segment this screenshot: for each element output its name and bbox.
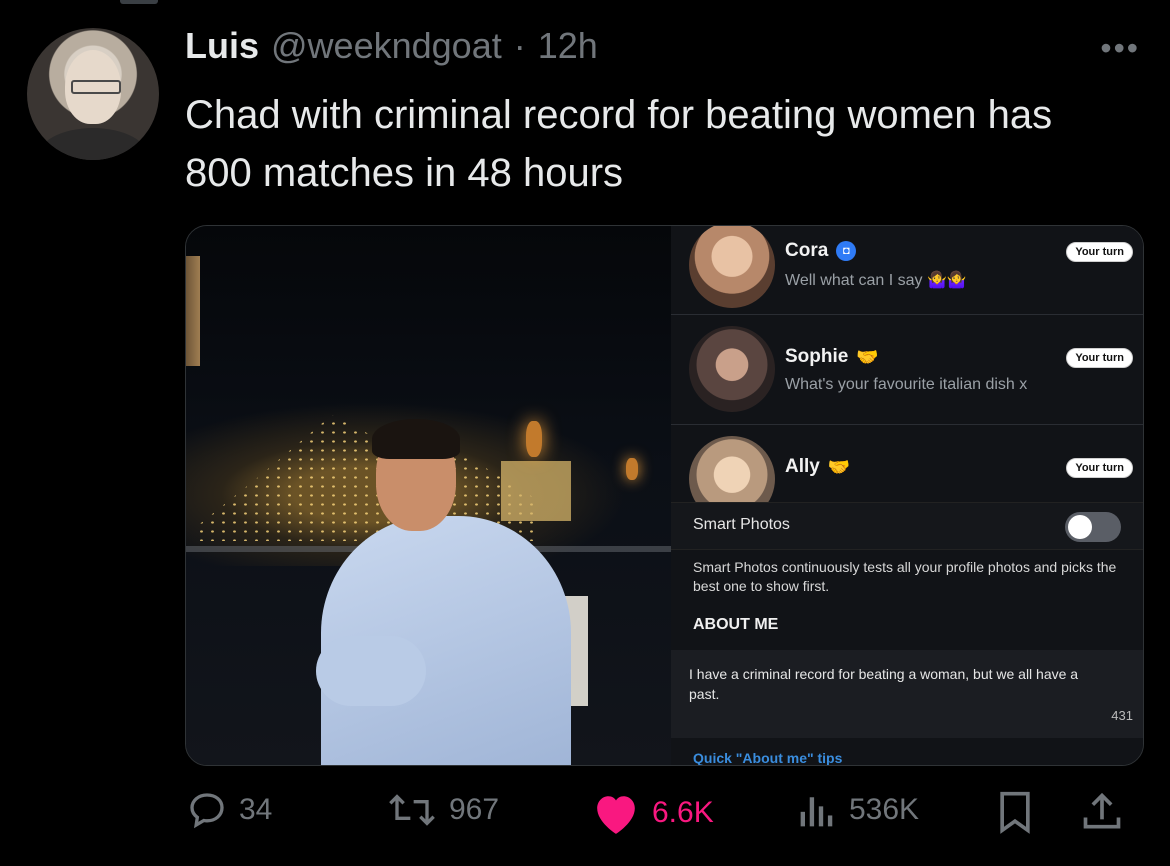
man-arm [316,636,426,706]
author-name[interactable]: Luis [185,25,259,67]
about-me-box: I have a criminal record for beating a w… [671,650,1143,738]
about-me-heading: ABOUT ME [693,616,779,633]
share-icon [1083,792,1121,829]
avatar-shirt [37,128,149,160]
pillar [186,256,200,366]
smart-photos-toggle [1065,512,1121,542]
tweet-text: Chad with criminal record for beating wo… [185,93,1053,195]
camera-verified-icon: ◘ [836,241,857,261]
match-name: Ally [785,456,820,477]
tweet-actions: 34 967 6.6K 536K [185,790,1145,840]
match-name: Sophie [785,346,849,367]
match-avatar [689,226,775,308]
media-attachment[interactable]: Cora ◘ Well what can I say 🤷‍♀️🤷‍♀️ Your… [185,225,1144,766]
your-turn-badge: Your turn [1066,242,1133,262]
bookmark-button[interactable] [995,790,1035,834]
reply-icon [190,793,224,829]
separator-dot: · [513,25,526,66]
match-name-row: Cora ◘ [785,240,857,262]
match-list: Cora ◘ Well what can I say 🤷‍♀️🤷‍♀️ Your… [671,226,1143,522]
views-button[interactable]: 536K [795,790,919,830]
match-name: Cora [785,240,829,261]
toggle-knob [1068,515,1092,539]
repost-icon [389,794,435,826]
lantern [626,458,638,480]
your-turn-badge: Your turn [1066,348,1133,368]
avatar-glasses [71,80,121,94]
match-avatar [689,326,775,412]
dating-app-screenshot: Cora ◘ Well what can I say 🤷‍♀️🤷‍♀️ Your… [671,226,1143,765]
about-me-tips-link: Quick "About me" tips [693,750,843,766]
more-options-icon[interactable]: ••• [1100,30,1140,67]
share-button[interactable] [1080,790,1124,834]
match-name-row: Sophie 🤝 [785,346,879,368]
like-button[interactable]: 6.6K [590,790,714,836]
timestamp[interactable]: 12h [538,25,598,67]
reply-count: 34 [239,793,273,826]
tweet-header: Luis @weekndgoat · 12h [185,25,598,67]
like-count: 6.6K [652,796,714,829]
about-me-text: I have a criminal record for beating a w… [689,666,1079,702]
your-turn-badge: Your turn [1066,458,1133,478]
smart-photos-description: Smart Photos continuously tests all your… [693,559,1117,594]
views-count: 536K [849,793,920,826]
repost-count: 967 [449,793,500,826]
match-preview: Well what can I say 🤷‍♀️🤷‍♀️ [785,272,967,289]
smart-photos-row: Smart Photos [671,502,1143,550]
man-hair [372,419,460,459]
profile-photo [186,226,671,765]
character-count: 431 [1111,708,1133,723]
bookmark-icon [1000,791,1030,834]
author-handle[interactable]: @weekndgoat [271,25,502,67]
top-handle-bar [120,0,158,4]
reply-button[interactable]: 34 [185,790,272,830]
analytics-icon [800,797,833,827]
hand-icon: 🤝 [856,346,879,367]
list-item: Sophie 🤝 What's your favourite italian d… [671,314,1143,425]
lit-building [501,461,571,521]
lantern [526,421,542,457]
match-name-row: Ally 🤝 [785,456,850,478]
repost-button[interactable]: 967 [385,790,499,830]
avatar[interactable] [27,28,159,160]
hand-icon: 🤝 [827,456,851,477]
smart-photos-label: Smart Photos [693,516,790,533]
match-preview: What's your favourite italian dish x [785,376,1028,393]
list-item: Cora ◘ Well what can I say 🤷‍♀️🤷‍♀️ Your… [671,226,1143,315]
heart-icon [597,796,635,834]
